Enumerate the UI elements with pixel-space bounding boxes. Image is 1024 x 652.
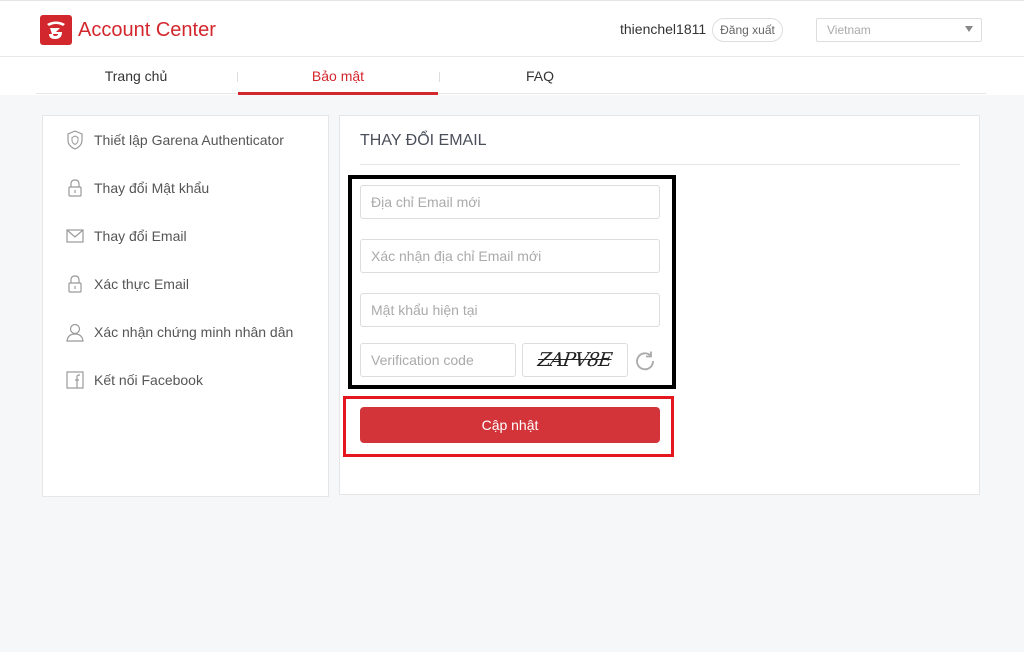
page-title: THAY ĐỔI EMAIL: [360, 132, 487, 149]
chevron-down-icon: [965, 26, 973, 32]
sidebar-item-verify-email[interactable]: Xác thực Email: [65, 272, 189, 296]
lock-icon: [65, 274, 85, 294]
sidebar-item-label: Thay đổi Email: [94, 228, 187, 244]
lock-icon: [65, 178, 85, 198]
logout-button[interactable]: Đăng xuất: [712, 18, 783, 42]
sidebar-item-change-email[interactable]: Thay đổi Email: [65, 224, 187, 248]
facebook-icon: [65, 370, 85, 390]
current-password-input[interactable]: [360, 293, 660, 327]
refresh-icon[interactable]: [634, 350, 656, 372]
envelope-icon: [65, 226, 85, 246]
sidebar-item-label: Kết nối Facebook: [94, 372, 203, 388]
captcha-image: ZAPV8E: [522, 343, 628, 377]
sidebar: Thiết lập Garena Authenticator Thay đổi …: [42, 115, 329, 497]
tab-security[interactable]: Bảo mật: [238, 57, 438, 95]
sidebar-item-id-verification[interactable]: Xác nhận chứng minh nhân dân: [65, 320, 293, 344]
verification-code-input[interactable]: [360, 343, 516, 377]
person-icon: [65, 322, 85, 342]
sidebar-item-authenticator[interactable]: Thiết lập Garena Authenticator: [65, 128, 284, 152]
username: thienchel1811: [620, 21, 707, 37]
sidebar-item-label: Xác thực Email: [94, 276, 189, 292]
nav-tabs: Trang chủ Bảo mật FAQ: [0, 57, 1024, 95]
language-value: Vietnam: [827, 23, 871, 37]
brand-title[interactable]: Account Center: [78, 19, 216, 42]
change-email-panel: THAY ĐỔI EMAIL ZAPV8E Cập nhật: [339, 115, 980, 495]
update-button[interactable]: Cập nhật: [360, 407, 660, 443]
tab-separator: [237, 72, 238, 82]
captcha-text: ZAPV8E: [536, 349, 614, 371]
active-tab-indicator: [238, 92, 438, 95]
header: Account Center thienchel1811 Đăng xuất V…: [0, 0, 1024, 57]
tab-home[interactable]: Trang chủ: [36, 57, 236, 95]
confirm-email-input[interactable]: [360, 239, 660, 273]
sidebar-item-change-password[interactable]: Thay đổi Mật khẩu: [65, 176, 209, 200]
sidebar-item-facebook[interactable]: Kết nối Facebook: [65, 368, 203, 392]
sidebar-item-label: Thay đổi Mật khẩu: [94, 180, 210, 196]
title-divider: [360, 164, 960, 165]
garena-logo-icon[interactable]: [40, 15, 72, 45]
sidebar-item-label: Thiết lập Garena Authenticator: [94, 132, 284, 148]
new-email-input[interactable]: [360, 185, 660, 219]
tab-separator: [439, 72, 440, 82]
sidebar-item-label: Xác nhận chứng minh nhân dân: [94, 324, 294, 340]
tab-faq[interactable]: FAQ: [440, 57, 640, 95]
nav-divider: [36, 93, 986, 94]
language-select[interactable]: Vietnam: [816, 18, 982, 42]
shield-icon: [65, 130, 85, 150]
